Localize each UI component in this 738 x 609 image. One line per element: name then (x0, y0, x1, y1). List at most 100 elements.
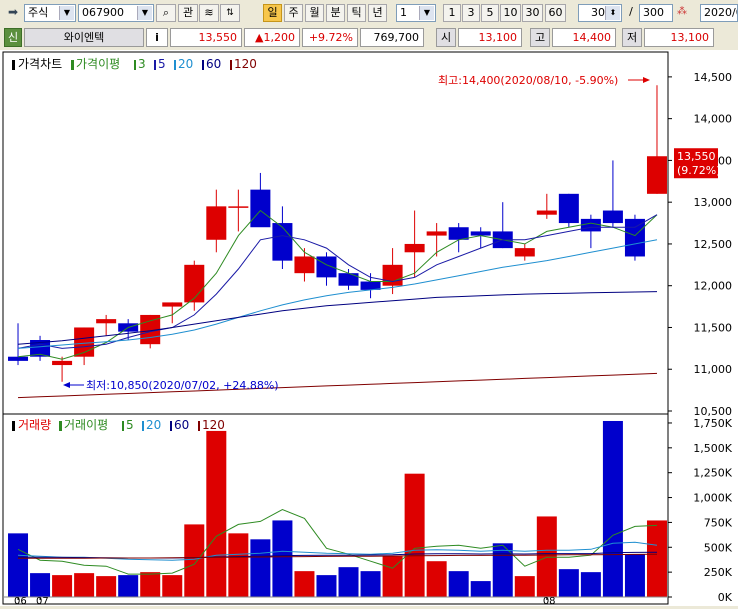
link-arrow-icon[interactable]: ➡ (3, 4, 23, 22)
legend-period: 5 (126, 418, 134, 432)
current-pct-label: (9.72%) (677, 164, 721, 177)
settings-grid-icon[interactable]: ⁂ (674, 4, 690, 22)
period-button[interactable]: 월 (305, 4, 324, 22)
interval-select-value: 1 (400, 6, 407, 19)
volume-bar-down (8, 533, 29, 597)
legend-marker (154, 60, 156, 70)
legend-marker (202, 60, 204, 70)
volume-y-tick-label: 500K (704, 541, 733, 554)
legend-period: 3 (138, 57, 146, 71)
candle-down (470, 231, 491, 236)
date-input[interactable]: 2020/0 (700, 4, 738, 22)
legend-period: 60 (174, 418, 189, 432)
quick-interval-button[interactable]: 60 (545, 4, 566, 22)
candle-down (316, 256, 337, 278)
candle-up (184, 264, 205, 303)
candle-up (536, 210, 557, 215)
price-y-tick-label: 13,000 (694, 196, 733, 209)
period-button[interactable]: 일 (263, 4, 282, 22)
quick-interval-button[interactable]: 3 (462, 4, 480, 22)
price-y-tick-label: 12,500 (694, 238, 733, 251)
count-separator: / (629, 5, 633, 18)
volume-bar-down (602, 420, 623, 597)
period-button[interactable]: 틱 (347, 4, 366, 22)
stock-chart: 10,50011,00011,50012,00012,50013,00013,5… (2, 51, 733, 607)
volume-bar-up (162, 575, 183, 597)
candle-up (52, 360, 73, 366)
stock-name: 와이엔텍 (24, 28, 144, 47)
volume-bar-down (448, 571, 469, 597)
volume-bar-down (470, 581, 491, 597)
legend-marker (12, 60, 15, 70)
legend-marker (170, 421, 172, 431)
legend-period: 120 (234, 57, 257, 71)
legend-marker (71, 60, 74, 70)
multi-window-icon[interactable]: ≋ (199, 4, 219, 22)
quick-interval-button[interactable]: 1 (443, 4, 461, 22)
info-icon[interactable]: i (146, 28, 168, 47)
legend-marker (198, 421, 200, 431)
count-total-input[interactable]: 300 (639, 4, 673, 22)
count-total-value: 300 (643, 6, 664, 19)
volume-bar-down (118, 575, 139, 597)
volume-bar-down (558, 569, 579, 597)
price-y-tick-label: 11,000 (694, 363, 733, 376)
market-badge: 신 (4, 28, 22, 47)
volume-bar-up (294, 571, 315, 597)
price-y-tick-label: 14,000 (694, 113, 733, 126)
volume-bar-down (272, 520, 293, 597)
chevron-down-icon: ▼ (419, 6, 434, 20)
volume-bar-down (624, 554, 645, 597)
stock-code-input[interactable]: 067900 ▼ (78, 4, 154, 22)
candle-up (426, 231, 447, 236)
period-button[interactable]: 주 (284, 4, 303, 22)
volume-bar-up (404, 473, 425, 597)
legend-marker (134, 60, 136, 70)
volume-bar-up (74, 573, 95, 597)
volume-bar-down (316, 575, 337, 597)
count-input[interactable]: 30 ⬍ (578, 4, 622, 22)
search-icon[interactable]: ⌕ (156, 4, 176, 22)
legend-marker (174, 60, 176, 70)
volume-bar-up (184, 524, 205, 597)
candle-down (272, 223, 293, 261)
x-tick-label: 08 (543, 596, 556, 606)
volume-bar-up (514, 576, 535, 597)
legend-marker (122, 421, 124, 431)
current-price: 13,550 (170, 28, 242, 47)
candle-down (624, 218, 645, 257)
related-button[interactable]: 관 (178, 4, 198, 22)
legend-period: 20 (178, 57, 193, 71)
candle-up (382, 264, 403, 286)
chart-toolbar: ➡ 주식 ▼ 067900 ▼ ⌕ 관 ≋ ⇅ 1 ▼ 30 ⬍ / 300 ⁂… (0, 0, 738, 26)
volume-y-tick-label: 1,000K (693, 492, 732, 505)
volume-y-tick-label: 1,250K (693, 467, 732, 480)
legend-title: 거래량 (18, 418, 51, 432)
interval-select[interactable]: 1 ▼ (396, 4, 436, 22)
candle-up (96, 319, 117, 324)
legend-title: 가격차트 (18, 57, 62, 71)
candle-up (228, 206, 249, 208)
legend-ma-title: 거래이평 (64, 418, 108, 432)
volume-bar-down (250, 539, 271, 597)
price-panel-frame (2, 51, 669, 415)
period-button[interactable]: 년 (368, 4, 387, 22)
legend-period: 60 (206, 57, 221, 71)
quick-interval-button[interactable]: 10 (500, 4, 521, 22)
updown-stepper-icon[interactable]: ⇅ (220, 4, 240, 22)
market-select[interactable]: 주식 ▼ (24, 4, 76, 22)
quick-interval-button[interactable]: 5 (481, 4, 499, 22)
price-change-pct: +9.72% (302, 28, 358, 47)
volume-bar-up (646, 520, 667, 597)
quick-interval-button[interactable]: 30 (522, 4, 543, 22)
open-value: 13,100 (458, 28, 522, 47)
price-y-tick-label: 12,000 (694, 280, 733, 293)
price-change: ▲1,200 (244, 28, 300, 47)
volume-y-tick-label: 1,500K (693, 442, 732, 455)
volume-bar-up (206, 430, 227, 597)
candle-down (602, 210, 623, 224)
high-label: 고 (530, 28, 550, 47)
period-button[interactable]: 분 (326, 4, 345, 22)
volume-bar-up (426, 561, 447, 597)
market-select-value: 주식 (28, 6, 49, 19)
